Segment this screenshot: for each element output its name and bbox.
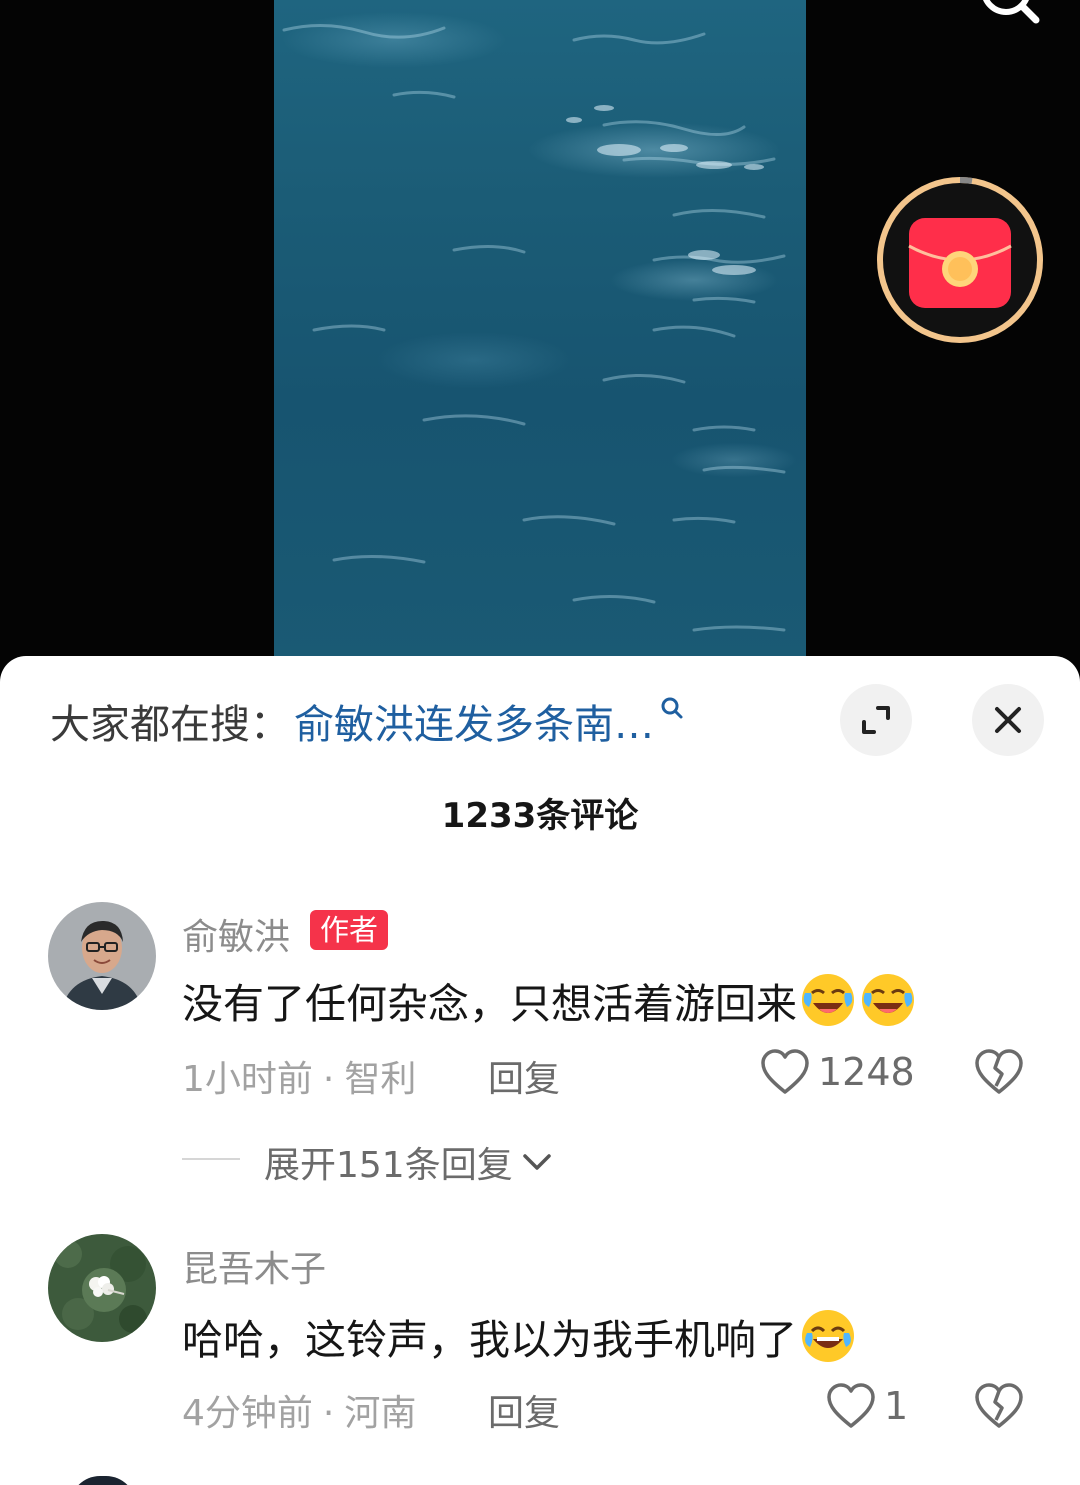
- water-ripples: [282, 24, 786, 632]
- magnifier-icon: [660, 686, 684, 732]
- comment-meta: 4分钟前 · 河南: [182, 1393, 417, 1434]
- commenter-name[interactable]: 昆吾木子: [182, 1240, 326, 1292]
- hot-search-prefix: 大家都在搜：: [50, 702, 290, 748]
- expand-replies-button[interactable]: 展开151条回复: [264, 1136, 553, 1188]
- comment-count: 1233条评论: [441, 796, 639, 836]
- broken-heart-icon[interactable]: [974, 1382, 1024, 1434]
- chevron-down-icon: [522, 1154, 551, 1170]
- crying-laughing-emoji-icon: [799, 971, 857, 1029]
- comment-sheet: 大家都在搜： 俞敏洪连发多条南… 1233条评论 俞敏洪 作者 没有了任何杂念，…: [0, 656, 1080, 1485]
- comment-meta: 1小时前 · 智利: [182, 1059, 417, 1100]
- divider: [182, 1158, 240, 1160]
- close-icon: [995, 707, 1021, 733]
- comment-time: 4分钟前: [182, 1393, 313, 1434]
- comment-text-body: 没有了任何杂念，只想活着游回来: [182, 980, 797, 1028]
- comment-text: 哈哈，这铃声，我以为我手机响了: [182, 1306, 857, 1366]
- red-packet-icon[interactable]: [876, 176, 1044, 344]
- tears-of-joy-emoji-icon: [799, 1307, 857, 1365]
- reply-button[interactable]: 回复: [488, 1050, 560, 1102]
- search-icon[interactable]: [970, 0, 1050, 36]
- commenter-name[interactable]: 俞敏洪: [182, 908, 290, 960]
- heart-icon[interactable]: [760, 1048, 810, 1100]
- expand-replies-label: 展开151条回复: [264, 1145, 513, 1186]
- comment-location: 河南: [344, 1393, 417, 1434]
- author-badge: 作者: [310, 910, 389, 950]
- comment-text: 没有了任何杂念，只想活着游回来: [182, 970, 917, 1030]
- reply-button[interactable]: 回复: [488, 1384, 560, 1436]
- video-frame-sea[interactable]: [274, 0, 806, 670]
- comment-location: 智利: [344, 1059, 417, 1100]
- comment-text-body: 哈哈，这铃声，我以为我手机响了: [182, 1316, 797, 1364]
- crying-laughing-emoji-icon: [859, 971, 917, 1029]
- hot-search-bar[interactable]: 大家都在搜： 俞敏洪连发多条南…: [50, 696, 684, 748]
- hot-search-query[interactable]: 俞敏洪连发多条南…: [294, 692, 654, 750]
- video-player[interactable]: [0, 0, 1080, 670]
- avatar[interactable]: [48, 902, 156, 1010]
- expand-button[interactable]: [840, 684, 912, 756]
- like-count: 1: [884, 1384, 909, 1428]
- heart-icon[interactable]: [826, 1382, 876, 1434]
- avatar[interactable]: [48, 1234, 156, 1342]
- expand-icon: [862, 706, 890, 734]
- close-button[interactable]: [972, 684, 1044, 756]
- like-count: 1248: [818, 1050, 915, 1094]
- comment-time: 1小时前: [182, 1059, 313, 1100]
- broken-heart-icon[interactable]: [974, 1048, 1024, 1100]
